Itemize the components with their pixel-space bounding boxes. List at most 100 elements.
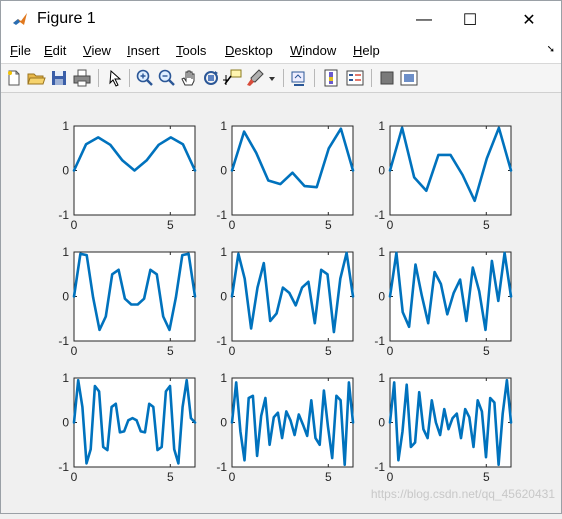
watermark-text: https://blog.csdn.net/qq_45620431	[370, 487, 555, 501]
save-icon[interactable]	[49, 68, 69, 88]
x-tick-label: 0	[229, 218, 236, 232]
y-tick-label: -1	[374, 334, 385, 348]
menu-edit[interactable]: Edit	[44, 43, 66, 58]
y-tick-label: -1	[216, 208, 227, 222]
brush-icon[interactable]	[245, 68, 265, 88]
x-tick-label: 0	[229, 344, 236, 358]
y-tick-label: -1	[216, 460, 227, 474]
edit-plot-arrow-icon[interactable]	[105, 68, 125, 88]
toolbar-separator	[371, 69, 372, 87]
subplot-grid: 10-10 510-10 510-10 510-10 510-10 510-10 510-1…	[58, 119, 513, 484]
menu-bar: File Edit View Insert Tools Desktop Wind…	[1, 39, 561, 63]
brush-dropdown-icon[interactable]	[267, 68, 277, 88]
maximize-icon: ☐	[462, 12, 478, 29]
figure-window: Figure 1 — ☐ ✕ File Edit View Insert Too…	[0, 0, 562, 514]
toolbar-separator	[283, 69, 284, 87]
minimize-icon: —	[416, 11, 432, 28]
y-tick-label: -1	[58, 460, 69, 474]
subplot-2: 10-10 5	[216, 119, 355, 232]
y-tick-label: -1	[58, 208, 69, 222]
hide-plot-tools-icon[interactable]	[377, 68, 397, 88]
y-tick-label: 0	[220, 164, 227, 178]
subplot-4: 10-10 5	[58, 245, 197, 358]
y-tick-label: 1	[62, 119, 69, 133]
menu-desktop[interactable]: Desktop	[225, 43, 273, 58]
subplot-8: 10-10 5	[216, 371, 355, 484]
matlab-logo-icon	[11, 11, 29, 29]
link-plot-icon[interactable]	[289, 68, 309, 88]
y-tick-label: 0	[220, 416, 227, 430]
insert-colorbar-icon[interactable]	[321, 68, 341, 88]
y-tick-label: -1	[216, 334, 227, 348]
x-tick-label: 0	[71, 218, 78, 232]
y-tick-label: 0	[378, 290, 385, 304]
subplot-1: 10-10 5	[58, 119, 197, 232]
y-tick-label: 1	[378, 245, 385, 259]
x-tick-label: 5	[325, 344, 332, 358]
x-tick-label: 5	[167, 470, 174, 484]
y-tick-label: 0	[62, 416, 69, 430]
menu-file[interactable]: File	[10, 43, 31, 58]
x-tick-label: 0	[71, 470, 78, 484]
subplot-9: 10-10 5	[374, 371, 513, 484]
x-tick-label: 5	[167, 344, 174, 358]
x-tick-label: 5	[325, 470, 332, 484]
y-tick-label: 0	[378, 164, 385, 178]
menu-window[interactable]: Window	[290, 43, 336, 58]
x-tick-label: 5	[483, 218, 490, 232]
open-file-icon[interactable]	[26, 68, 46, 88]
y-tick-label: 1	[62, 371, 69, 385]
toolbar-separator	[98, 69, 99, 87]
window-title: Figure 1	[37, 10, 96, 27]
close-button[interactable]: ✕	[506, 1, 552, 39]
subplot-7: 10-10 5	[58, 371, 197, 484]
menu-view[interactable]: View	[83, 43, 111, 58]
axes-box	[389, 125, 512, 216]
figure-canvas: 1 0 -1 0 5 1 0 -1 0 5 1 0 -1 0 5 1 0 -1 0 5 1 0 -1 0 5 1 0 -1 0 5 1 0 -1…	[1, 92, 561, 514]
subplot-5: 10-10 5	[216, 245, 355, 358]
data-cursor-icon[interactable]	[223, 68, 243, 88]
subplot-6: 10-10 5	[374, 245, 513, 358]
y-tick-label: 0	[62, 290, 69, 304]
y-tick-label: -1	[58, 334, 69, 348]
menu-help[interactable]: Help	[353, 43, 380, 58]
zoom-in-icon[interactable]	[135, 68, 155, 88]
x-tick-label: 5	[167, 218, 174, 232]
x-tick-label: 0	[387, 344, 394, 358]
y-tick-label: 1	[378, 371, 385, 385]
print-icon[interactable]	[72, 68, 92, 88]
x-tick-label: 5	[483, 470, 490, 484]
title-bar[interactable]: Figure 1 — ☐ ✕	[1, 1, 561, 39]
insert-legend-icon[interactable]	[345, 68, 365, 88]
rotate-3d-icon[interactable]	[201, 68, 221, 88]
y-tick-label: 1	[220, 119, 227, 133]
y-tick-label: 0	[220, 290, 227, 304]
x-tick-label: 0	[229, 470, 236, 484]
y-tick-label: 0	[378, 416, 385, 430]
y-tick-label: -1	[374, 460, 385, 474]
menu-overflow-icon[interactable]: ➘	[547, 44, 555, 55]
close-icon: ✕	[522, 12, 536, 29]
figure-toolbar	[1, 63, 561, 93]
pan-hand-icon[interactable]	[179, 68, 199, 88]
show-plot-tools-icon[interactable]	[399, 68, 419, 88]
x-tick-label: 0	[71, 344, 78, 358]
y-tick-label: 1	[220, 245, 227, 259]
x-tick-label: 5	[325, 218, 332, 232]
minimize-button[interactable]: —	[401, 1, 447, 39]
x-tick-label: 5	[483, 344, 490, 358]
menu-insert[interactable]: Insert	[127, 43, 160, 58]
y-tick-label: 0	[62, 164, 69, 178]
toolbar-separator	[129, 69, 130, 87]
new-figure-icon[interactable]	[4, 68, 24, 88]
maximize-button[interactable]: ☐	[447, 1, 493, 39]
y-tick-label: -1	[374, 208, 385, 222]
y-tick-label: 1	[378, 119, 385, 133]
x-tick-label: 0	[387, 218, 394, 232]
menu-tools[interactable]: Tools	[176, 43, 206, 58]
zoom-out-icon[interactable]	[157, 68, 177, 88]
subplot-3: 10-10 5	[374, 119, 513, 232]
y-tick-label: 1	[220, 371, 227, 385]
toolbar-separator	[314, 69, 315, 87]
x-tick-label: 0	[387, 470, 394, 484]
